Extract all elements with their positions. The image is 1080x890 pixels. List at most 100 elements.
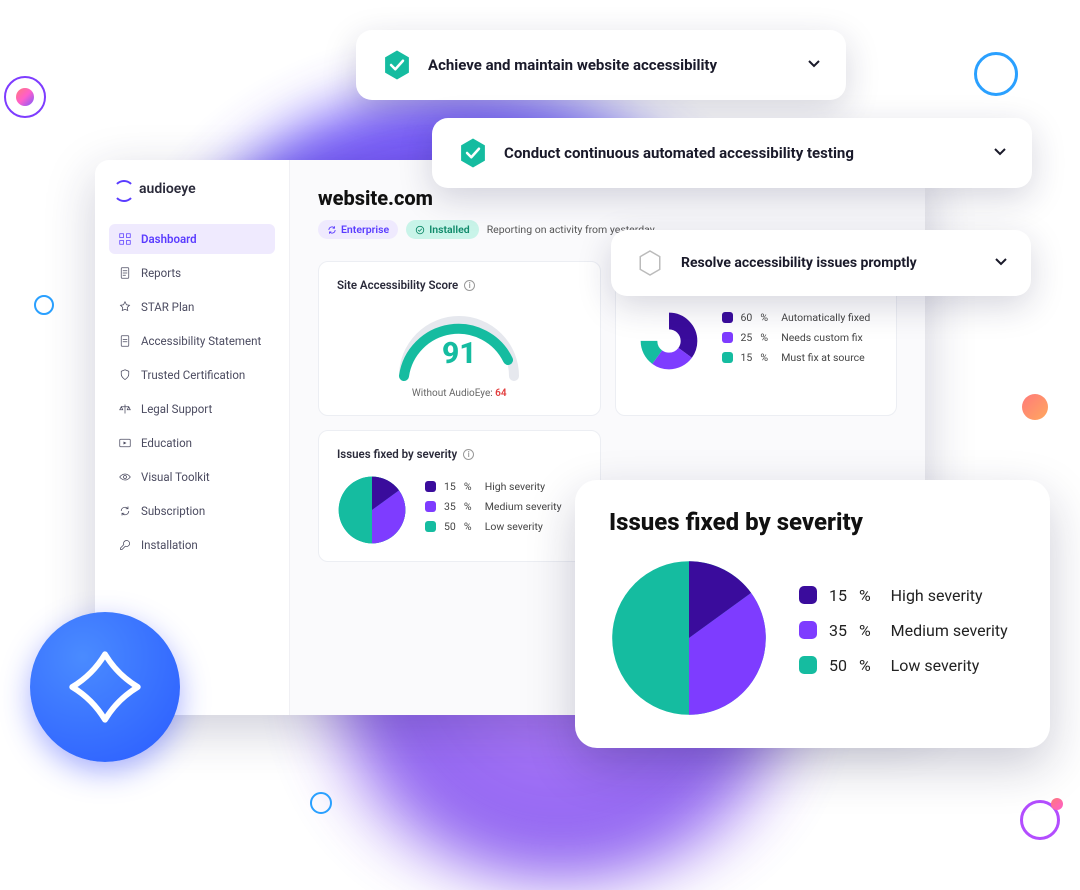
sidebar-item-label: Trusted Certification: [141, 368, 245, 382]
legend-label: 50: [444, 520, 456, 533]
installed-badge: Installed: [406, 220, 478, 239]
sidebar-item-subscription[interactable]: Subscription: [109, 496, 275, 526]
brand-name: audioeye: [139, 181, 196, 197]
legend-value: 35: [829, 621, 847, 640]
legend-text: Needs custom fix: [781, 331, 862, 344]
legend-swatch: [799, 656, 817, 674]
decorative-circle-icon: [974, 52, 1018, 96]
legend-swatch: [425, 521, 436, 532]
sidebar-item-label: Legal Support: [141, 402, 212, 416]
legend-text: Low severity: [485, 520, 543, 533]
sidebar-item-accessibility-statement[interactable]: Accessibility Statement: [109, 326, 275, 356]
refresh-icon: [119, 505, 131, 517]
sidebar-item-label: Installation: [141, 538, 198, 552]
brand-logo-icon: [113, 180, 131, 198]
score-gauge: 91: [389, 306, 529, 384]
decorative-circle-icon: [34, 295, 54, 315]
donut-chart: [634, 306, 704, 376]
sidebar-item-dashboard[interactable]: Dashboard: [109, 224, 275, 254]
chevron-down-icon: [993, 253, 1009, 273]
brand-coin-icon: [30, 612, 180, 762]
chevron-down-icon: [992, 143, 1008, 163]
float-card-label: Conduct continuous automated accessibili…: [504, 144, 854, 162]
info-icon[interactable]: [463, 449, 474, 460]
detail-body: 15% High severity 35% Medium severity 50…: [609, 558, 1016, 718]
severity-detail-panel: Issues fixed by severity 15% High severi…: [575, 480, 1050, 748]
card-title: Issues fixed by severity: [337, 447, 582, 461]
decorative-circle-icon: [310, 792, 332, 814]
scales-icon: [119, 403, 131, 415]
float-card-label: Resolve accessibility issues promptly: [681, 255, 917, 271]
sidebar-item-education[interactable]: Education: [109, 428, 275, 458]
badge-label: Installed: [429, 223, 469, 236]
score-value: 91: [389, 336, 529, 371]
enterprise-badge: Enterprise: [318, 220, 398, 239]
hex-check-icon: [380, 48, 414, 82]
without-label: Without AudioEye:: [412, 388, 495, 399]
pie-chart: [337, 475, 407, 545]
chevron-down-icon: [806, 55, 822, 75]
chart-row: 60% Automatically fixed 25% Needs custom…: [634, 306, 879, 376]
sidebar-item-visual-toolkit[interactable]: Visual Toolkit: [109, 462, 275, 492]
float-card-conduct[interactable]: Conduct continuous automated accessibili…: [432, 118, 1032, 188]
legend-text: Automatically fixed: [781, 311, 870, 324]
legend-row: 60% Automatically fixed: [722, 311, 871, 324]
without-value: 64: [495, 388, 506, 399]
legend-label: 35: [444, 500, 456, 513]
sidebar-item-installation[interactable]: Installation: [109, 530, 275, 560]
sidebar-item-label: Subscription: [141, 504, 205, 518]
star-icon: [119, 301, 131, 313]
card-title-text: Site Accessibility Score: [337, 278, 458, 292]
legend-label: 15: [741, 351, 753, 364]
legend-text: Medium severity: [891, 621, 1008, 640]
hex-outline-icon: [633, 246, 667, 280]
float-card-achieve[interactable]: Achieve and maintain website accessibili…: [356, 30, 846, 100]
severity-card: Issues fixed by severity: [318, 430, 601, 562]
legend-swatch: [722, 332, 733, 343]
legend-row: 15% Must fix at source: [722, 351, 871, 364]
legend-row: 35% Medium severity: [799, 621, 1008, 640]
legend: 60% Automatically fixed 25% Needs custom…: [722, 311, 871, 371]
info-icon[interactable]: [464, 280, 475, 291]
legend-row: 50% Low severity: [425, 520, 562, 533]
chart-row: 15% High severity 35% Medium severity 50…: [337, 475, 582, 545]
reports-icon: [119, 267, 131, 279]
sidebar-item-label: Education: [141, 436, 192, 450]
refresh-icon: [327, 225, 337, 235]
legend-swatch: [425, 501, 436, 512]
without-audioeye: Without AudioEye: 64: [337, 388, 582, 399]
sidebar-item-legal-support[interactable]: Legal Support: [109, 394, 275, 424]
sidebar-item-label: Accessibility Statement: [141, 334, 261, 348]
sidebar-item-label: STAR Plan: [141, 300, 194, 314]
sidebar-item-label: Dashboard: [141, 232, 197, 246]
detail-title: Issues fixed by severity: [609, 508, 1016, 536]
card-title-text: Issues fixed by severity: [337, 447, 457, 461]
sidebar-item-star-plan[interactable]: STAR Plan: [109, 292, 275, 322]
decorative-circle-icon: [1022, 394, 1048, 420]
sidebar-item-trusted-certification[interactable]: Trusted Certification: [109, 360, 275, 390]
float-card-resolve[interactable]: Resolve accessibility issues promptly: [611, 230, 1031, 296]
legend-text: High severity: [891, 586, 983, 605]
legend-row: 15% High severity: [799, 586, 1008, 605]
legend-text: Must fix at source: [781, 351, 865, 364]
legend-value: 50: [829, 656, 847, 675]
hex-check-icon: [456, 136, 490, 170]
document-icon: [119, 335, 131, 347]
legend-text: Low severity: [891, 656, 980, 675]
legend-text: High severity: [485, 480, 545, 493]
eye-icon: [119, 471, 131, 483]
legend-value: 15: [829, 586, 847, 605]
legend-row: 15% High severity: [425, 480, 562, 493]
legend-swatch: [799, 586, 817, 604]
dashboard-icon: [119, 233, 131, 245]
pie-chart-large: [609, 558, 769, 718]
legend-swatch: [722, 352, 733, 363]
brand: audioeye: [113, 180, 275, 198]
check-circle-icon: [415, 225, 425, 235]
sidebar-item-reports[interactable]: Reports: [109, 258, 275, 288]
sidebar-item-label: Visual Toolkit: [141, 470, 210, 484]
play-icon: [119, 437, 131, 449]
card-title: Site Accessibility Score: [337, 278, 582, 292]
legend: 15% High severity 35% Medium severity 50…: [425, 480, 562, 540]
legend-text: Medium severity: [485, 500, 562, 513]
